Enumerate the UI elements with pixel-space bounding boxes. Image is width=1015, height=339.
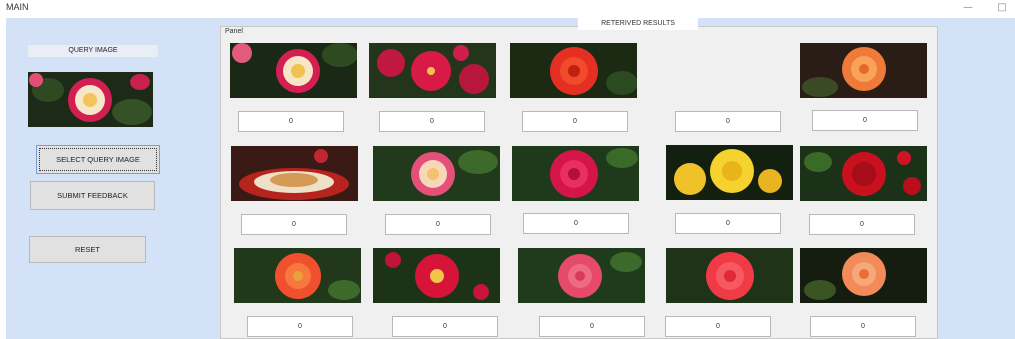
score-field-7[interactable]: 0 <box>385 214 491 235</box>
result-image-5 <box>800 43 927 98</box>
score-field-13[interactable]: 0 <box>539 316 645 337</box>
query-image <box>28 72 153 127</box>
result-image-13 <box>518 248 645 303</box>
score-field-1[interactable]: 0 <box>238 111 344 132</box>
select-query-image-button[interactable]: SELECT QUERY IMAGE <box>36 145 160 174</box>
window-title: MAIN <box>6 2 29 12</box>
score-field-14[interactable]: 0 <box>665 316 771 337</box>
result-image-9 <box>666 145 793 200</box>
result-image-15 <box>800 248 927 303</box>
score-field-2[interactable]: 0 <box>379 111 485 132</box>
score-field-12[interactable]: 0 <box>392 316 498 337</box>
result-image-10 <box>800 146 927 201</box>
title-bar: MAIN — □ <box>0 0 1015 18</box>
panel-title: Panel <box>225 28 243 35</box>
result-image-2 <box>369 43 496 98</box>
result-image-12 <box>373 248 500 303</box>
minimize-icon[interactable]: — <box>958 0 978 18</box>
result-image-6 <box>231 146 358 201</box>
score-field-15[interactable]: 0 <box>810 316 916 337</box>
result-image-3 <box>510 43 637 98</box>
result-image-8 <box>512 146 639 201</box>
result-image-14 <box>666 248 793 303</box>
result-image-11 <box>234 248 361 303</box>
reset-button[interactable]: RESET <box>29 236 146 263</box>
score-field-11[interactable]: 0 <box>247 316 353 337</box>
retrieved-results-title: RETERIVED RESULTS <box>578 18 698 30</box>
score-field-5[interactable]: 0 <box>812 110 918 131</box>
score-field-4[interactable]: 0 <box>675 111 781 132</box>
submit-feedback-button[interactable]: SUBMIT FEEDBACK <box>30 181 155 210</box>
score-field-10[interactable]: 0 <box>809 214 915 235</box>
result-image-7 <box>373 146 500 201</box>
query-image-label: QUERY IMAGE <box>28 45 158 57</box>
score-field-8[interactable]: 0 <box>523 213 629 234</box>
score-field-3[interactable]: 0 <box>522 111 628 132</box>
score-field-6[interactable]: 0 <box>241 214 347 235</box>
maximize-icon[interactable]: □ <box>992 0 1012 18</box>
result-image-1 <box>230 43 357 98</box>
score-field-9[interactable]: 0 <box>675 213 781 234</box>
